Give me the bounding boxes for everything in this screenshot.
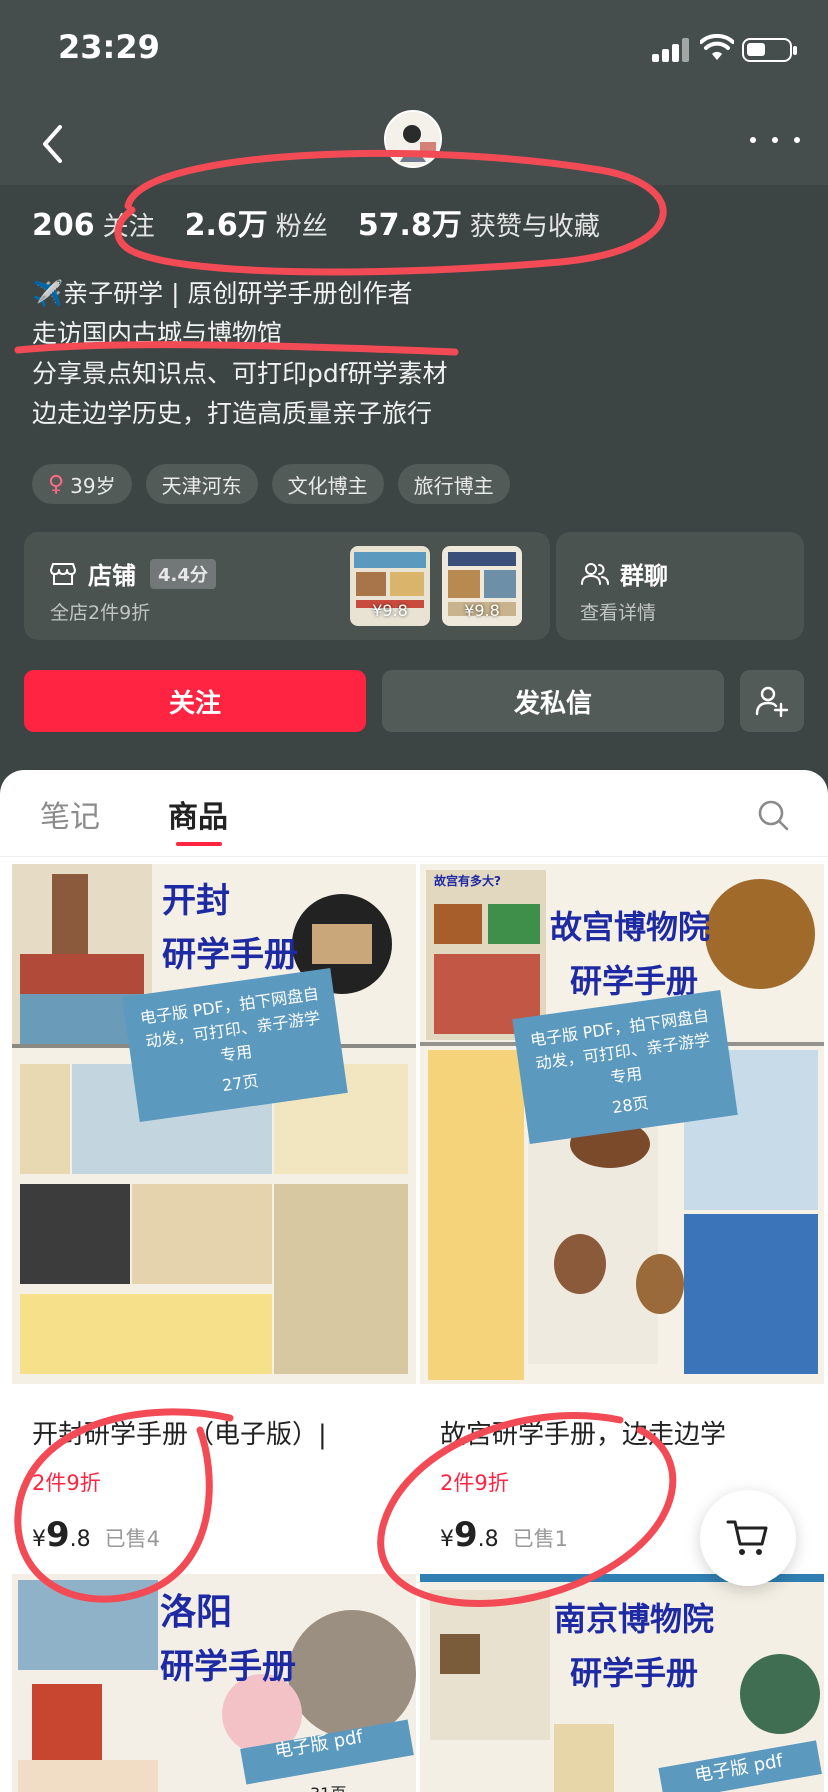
group-icon: [581, 562, 609, 585]
group-chat-label: 群聊: [620, 562, 668, 590]
group-chat-card[interactable]: 群聊 查看详情: [556, 532, 804, 640]
stat-following-count: 206: [32, 208, 95, 243]
shop-score-badge: 4.4分: [150, 558, 216, 589]
cover-small-heading: 故宫有多大?: [434, 874, 501, 888]
cover-heading: 洛阳: [160, 1592, 233, 1633]
message-button[interactable]: 发私信: [382, 670, 724, 732]
bio-line: 走访国内古城与博物馆: [32, 319, 283, 348]
cover-heading: 研学手册: [162, 935, 298, 975]
group-chat-sub: 查看详情: [580, 602, 657, 624]
cover-pages: 31页: [310, 1780, 346, 1792]
tag-age: ♀ 39岁: [32, 464, 132, 504]
tab-active-indicator: [176, 842, 222, 846]
bio-line: 分享景点知识点、可打印pdf研学素材: [32, 359, 448, 388]
back-button[interactable]: [30, 118, 74, 170]
product-price-row: ¥ 9 .8 已售4: [32, 1515, 416, 1555]
add-user-icon: [755, 686, 789, 717]
female-icon: ♀: [48, 471, 65, 497]
store-icon: [50, 562, 76, 585]
cart-icon: [726, 1520, 768, 1555]
product-title[interactable]: 开封研学手册（电子版）|: [32, 1414, 412, 1451]
stat-likes-label: 获赞与收藏: [469, 212, 600, 242]
stat-followers[interactable]: 2.6万 粉丝: [185, 200, 328, 244]
product-card[interactable]: 南京博物院 研学手册 电子版 pdf: [420, 1574, 824, 1792]
bio-line: ✈️亲子研学 | 原创研学手册创作者: [32, 279, 413, 308]
profile-stats: 206 关注 2.6万 粉丝 57.8万 获赞与收藏: [32, 200, 630, 244]
cover-heading: 研学手册: [160, 1647, 296, 1687]
cover-heading: 故宫博物院: [550, 908, 711, 946]
shop-discount-text: 全店2件9折: [50, 602, 151, 624]
tag-location: 天津河东: [145, 464, 258, 504]
stat-following[interactable]: 206 关注: [32, 206, 155, 243]
price-integer: 9: [454, 1515, 478, 1555]
shop-title: 店铺 4.4分: [50, 556, 216, 591]
search-icon[interactable]: [756, 798, 790, 832]
tag-category: 旅行博主: [397, 464, 510, 504]
sold-count: 已售4: [104, 1527, 161, 1551]
stat-likes-count: 57.8万: [357, 208, 462, 243]
group-chat-title: 群聊: [580, 556, 668, 591]
tab-divider: [0, 856, 828, 857]
tag-category: 文化博主: [271, 464, 384, 504]
status-bar: 23:29: [0, 0, 828, 100]
battery-icon: [742, 38, 797, 62]
product-card[interactable]: 洛阳 研学手册 电子版 pdf 31页: [12, 1574, 416, 1792]
shop-thumbnail[interactable]: ¥9.8: [442, 546, 522, 626]
follow-button[interactable]: 关注: [24, 670, 366, 732]
price-decimal: .8: [477, 1527, 499, 1552]
tab-bar: 笔记 商品: [0, 770, 828, 850]
tab-notes[interactable]: 笔记: [40, 792, 100, 836]
stat-following-label: 关注: [102, 212, 155, 242]
status-time: 23:29: [58, 28, 160, 66]
content-panel: 笔记 商品 开封 研学手册 电子版 PDF，拍下网盘自动发，可打印、亲子游学专用…: [0, 770, 828, 1792]
chevron-left-icon: [43, 125, 62, 163]
tab-products[interactable]: 商品: [168, 792, 228, 836]
cover-heading: 研学手册: [570, 1654, 699, 1692]
stat-followers-count: 2.6万: [184, 208, 268, 243]
product-title[interactable]: 故宫研学手册，边走边学: [440, 1414, 820, 1451]
shop-thumbnail-price: ¥9.8: [372, 601, 408, 620]
profile-tags: ♀ 39岁 天津河东 文化博主 旅行博主: [32, 464, 524, 504]
profile-bio: ✈️亲子研学 | 原创研学手册创作者 走访国内古城与博物馆 分享景点知识点、可打…: [32, 274, 448, 434]
stat-likes[interactable]: 57.8万 获赞与收藏: [358, 200, 600, 244]
currency-symbol: ¥: [32, 1527, 46, 1552]
product-promo: 2件9折: [440, 1471, 509, 1495]
product-cover[interactable]: 开封 研学手册 电子版 PDF，拍下网盘自动发，可打印、亲子游学专用 27页: [12, 864, 416, 1384]
wifi-icon: [700, 34, 734, 60]
shop-thumbnail[interactable]: ¥9.8: [350, 546, 430, 626]
more-icon[interactable]: [750, 130, 800, 150]
product-promo: 2件9折: [32, 1471, 101, 1495]
tag-age-label: 39岁: [70, 473, 116, 498]
sold-count: 已售1: [512, 1527, 569, 1551]
signal-icon: [652, 38, 694, 62]
cover-heading: 开封: [162, 881, 230, 921]
product-card[interactable]: 开封 研学手册 电子版 PDF，拍下网盘自动发，可打印、亲子游学专用 27页 开…: [12, 864, 416, 1555]
currency-symbol: ¥: [440, 1527, 454, 1552]
bio-line: 边走边学历史，打造高质量亲子旅行: [32, 399, 433, 428]
stat-followers-label: 粉丝: [275, 212, 328, 242]
shop-thumbnail-price: ¥9.8: [464, 601, 500, 620]
cart-button[interactable]: [700, 1490, 796, 1586]
shop-title-label: 店铺: [88, 562, 136, 590]
product-card[interactable]: 故宫有多大? 故宫博物院 研学手册 电子版 PDF，拍下网盘自动发，可打印、亲子…: [420, 864, 824, 1555]
price-integer: 9: [46, 1515, 70, 1555]
add-friend-button[interactable]: [740, 670, 804, 732]
cover-heading: 南京博物院: [554, 1600, 715, 1638]
shop-card[interactable]: 店铺 4.4分 全店2件9折 ¥9.8 ¥9.8: [24, 532, 550, 640]
avatar[interactable]: [384, 110, 442, 168]
product-cover[interactable]: 故宫有多大? 故宫博物院 研学手册 电子版 PDF，拍下网盘自动发，可打印、亲子…: [420, 864, 824, 1384]
price-decimal: .8: [69, 1527, 91, 1552]
